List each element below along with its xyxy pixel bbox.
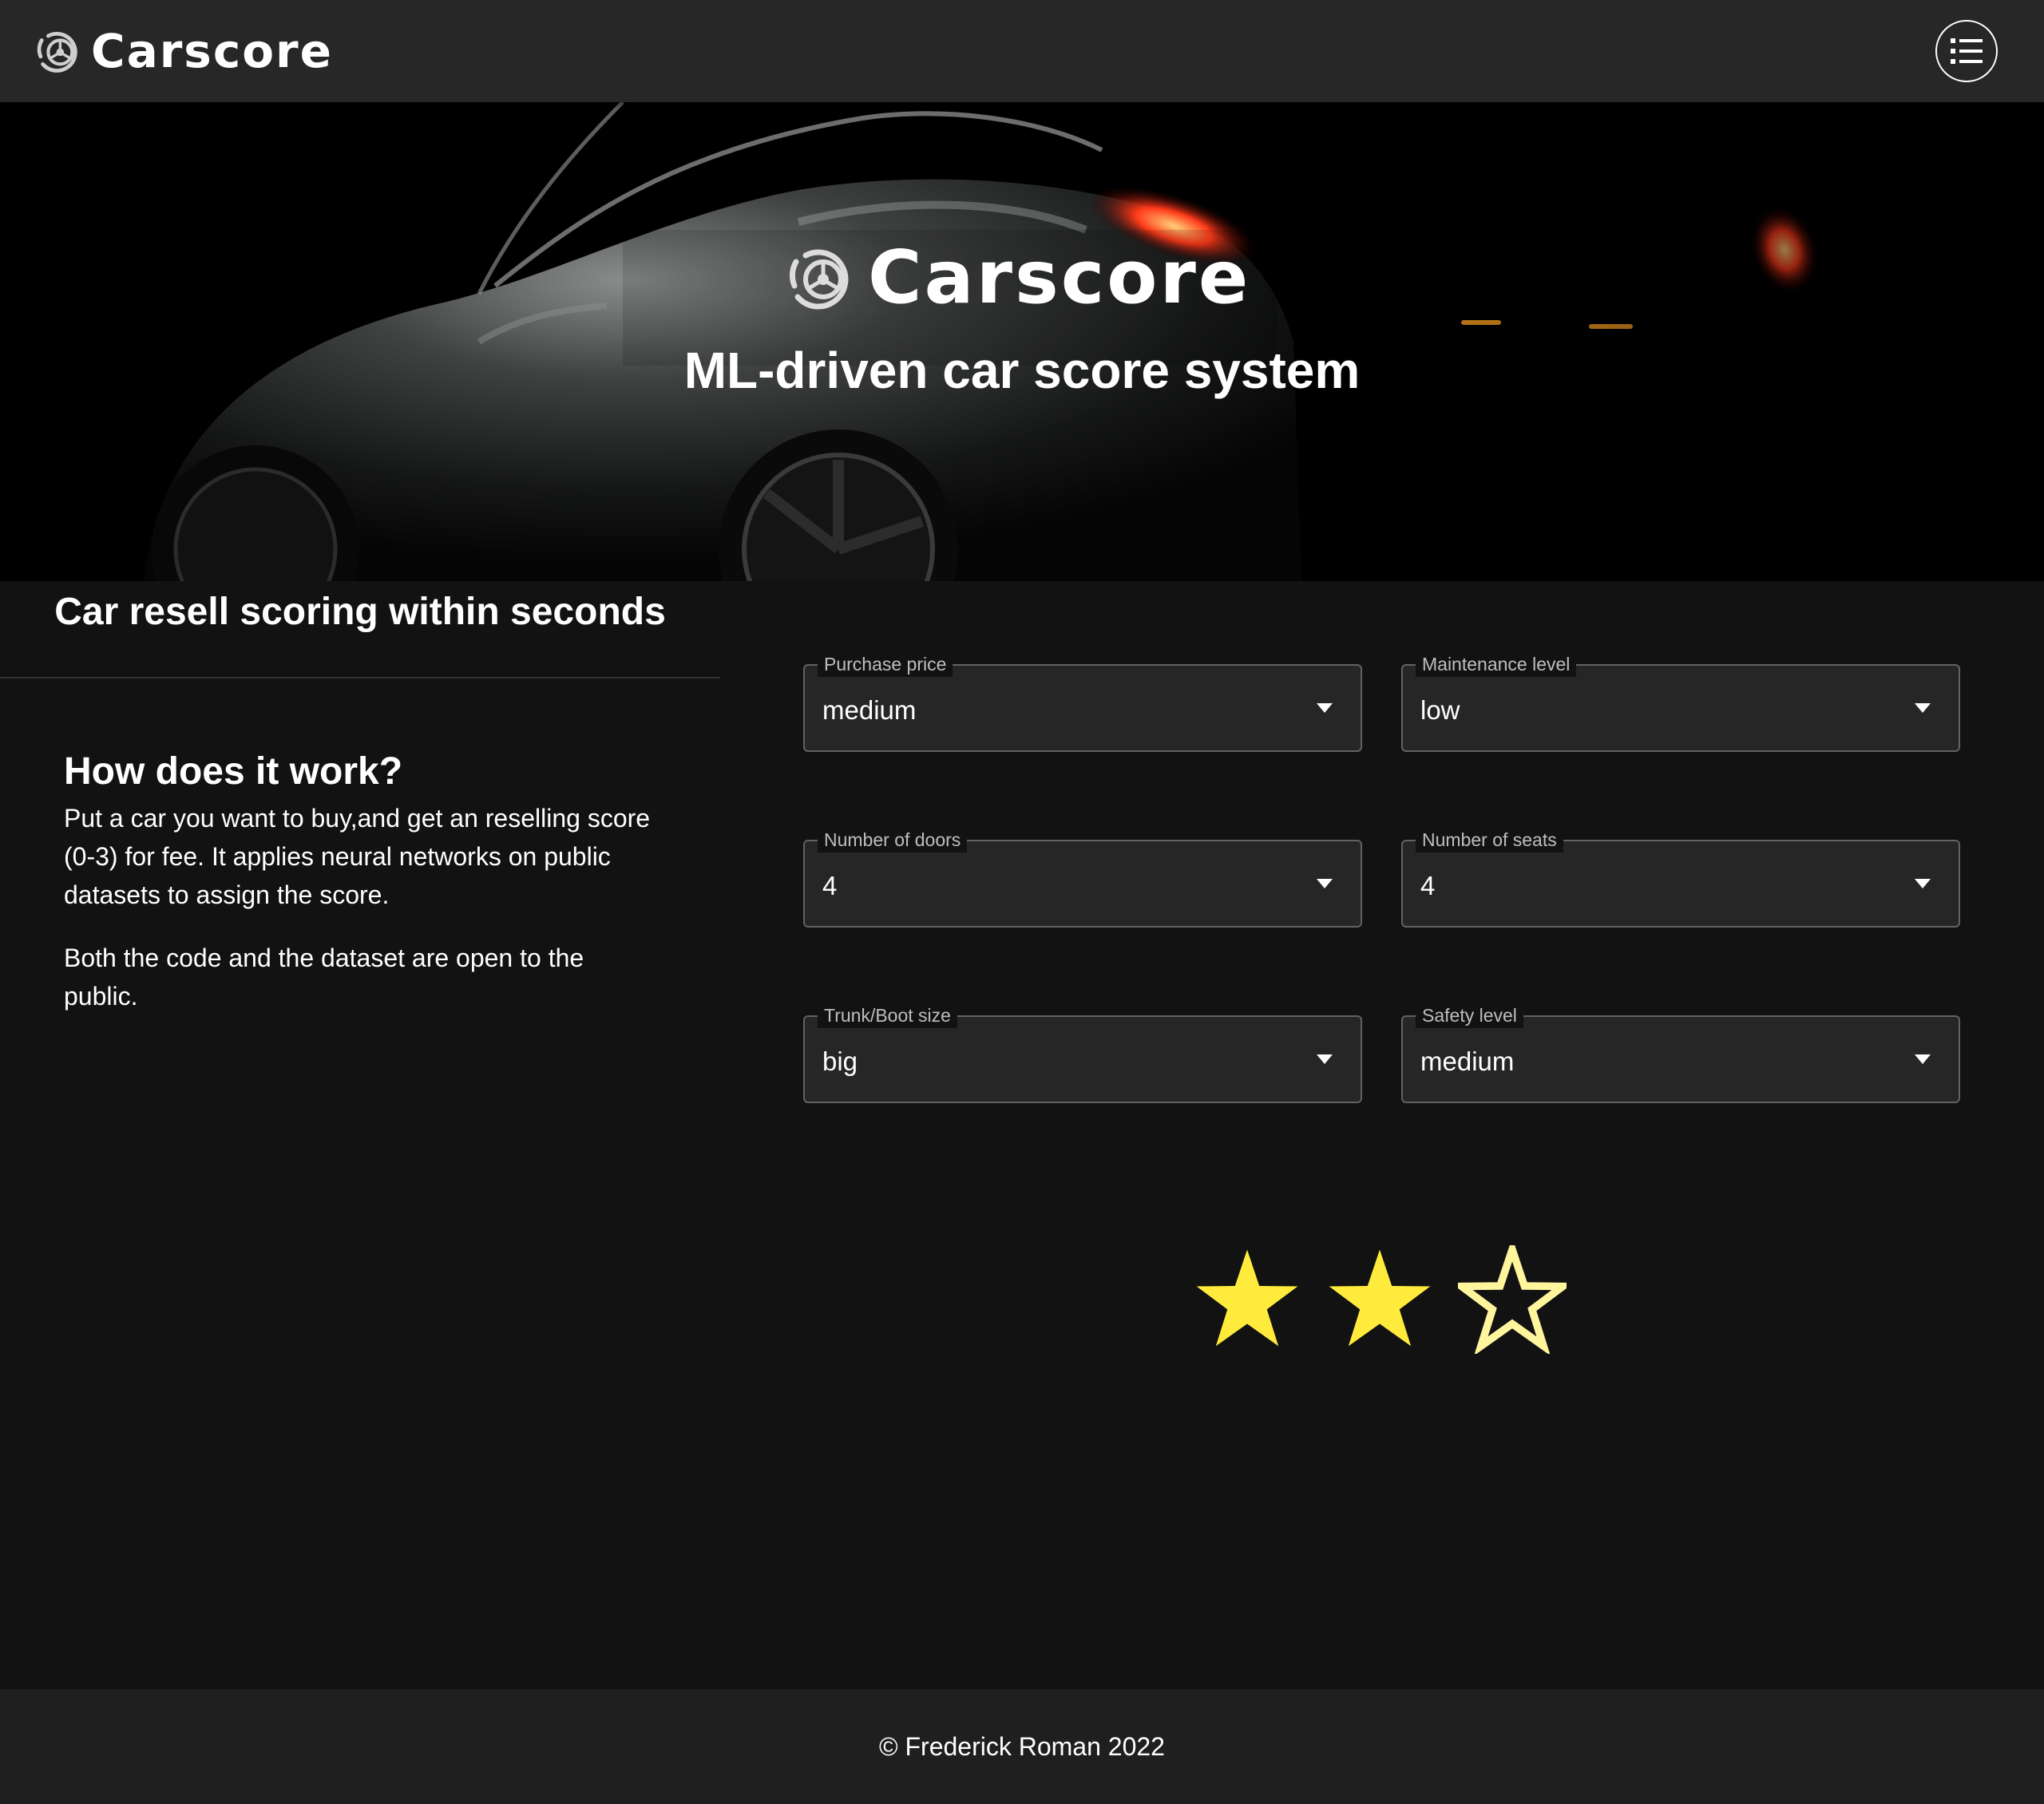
dropdown-arrow-icon [1915, 879, 1931, 888]
trunk-boot-size-select[interactable]: Trunk/Boot size big [803, 1003, 1362, 1103]
tire-logo-icon [789, 249, 849, 310]
copyright-text: © Frederick Roman 2022 [879, 1732, 1165, 1761]
star-filled-icon [1329, 1249, 1431, 1347]
field-value: medium [1420, 1046, 1515, 1076]
field-label: Maintenance level [1416, 651, 1577, 677]
how-it-works-title: How does it work? [64, 750, 403, 793]
hero-tagline: ML-driven car score system [683, 342, 1361, 399]
dropdown-arrow-icon [1317, 879, 1333, 888]
field-value: 4 [822, 871, 838, 900]
dropdown-arrow-icon [1317, 1054, 1333, 1064]
brand-logo[interactable]: Carscore [30, 24, 333, 78]
star-filled-icon [1196, 1249, 1298, 1347]
hero-brand-logo: Carscore [778, 238, 1250, 318]
field-label: Number of doors [818, 827, 968, 853]
divider [0, 677, 720, 678]
field-value: 4 [1420, 871, 1436, 900]
dropdown-arrow-icon [1915, 1054, 1931, 1064]
resell-score-rating [1193, 1245, 1567, 1354]
menu-button[interactable] [1935, 20, 1998, 82]
open-source-paragraph: Both the code and the dataset are open t… [64, 944, 584, 1011]
tire-logo-icon [37, 31, 77, 73]
how-it-works-paragraph: Put a car you want to buy,and get an res… [64, 804, 651, 909]
safety-level-select[interactable]: Safety level medium [1401, 1003, 1960, 1103]
field-value: low [1420, 695, 1460, 725]
hero-brand-name: Carscore [868, 235, 1251, 320]
brand-name: Carscore [91, 24, 333, 78]
dropdown-arrow-icon [1317, 703, 1333, 713]
section-title: Car resell scoring within seconds [54, 591, 666, 633]
app-bar: Carscore [0, 0, 2044, 102]
field-label: Number of seats [1416, 827, 1563, 853]
footer: © Frederick Roman 2022 [0, 1689, 2044, 1804]
number-of-doors-select[interactable]: Number of doors 4 [803, 827, 1362, 928]
field-value: big [822, 1046, 858, 1076]
dropdown-arrow-icon [1915, 703, 1931, 713]
field-label: Trunk/Boot size [818, 1003, 957, 1028]
purchase-price-select[interactable]: Purchase price medium [803, 651, 1362, 752]
number-of-seats-select[interactable]: Number of seats 4 [1401, 827, 1960, 928]
field-label: Purchase price [818, 651, 953, 677]
field-value: medium [822, 695, 917, 725]
hero-banner: Carscore ML-driven car score system [0, 102, 2044, 581]
maintenance-level-select[interactable]: Maintenance level low [1401, 651, 1960, 752]
star-outline-icon [1458, 1245, 1567, 1354]
field-label: Safety level [1416, 1003, 1523, 1028]
list-menu-icon [1951, 38, 1983, 64]
